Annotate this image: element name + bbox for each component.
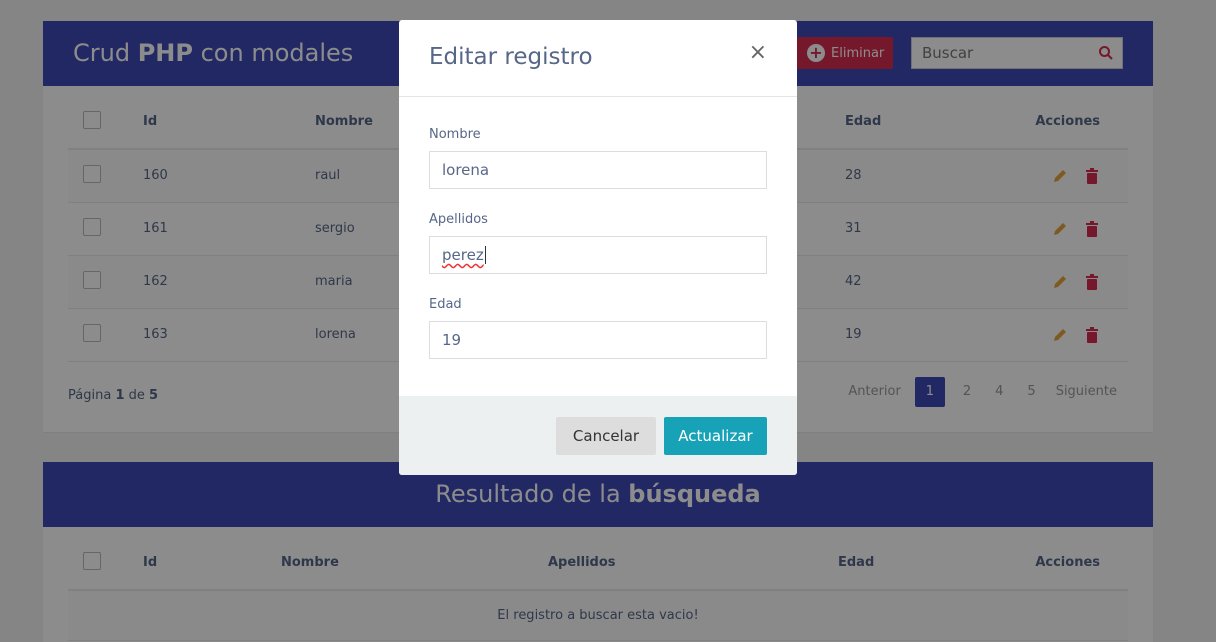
modal-body: Nombre lorena Apellidos perez Edad 19 xyxy=(399,97,797,359)
edit-record-modal: Editar registro × Nombre lorena Apellido… xyxy=(399,20,797,475)
cancel-button[interactable]: Cancelar xyxy=(556,417,656,455)
apellidos-label: Apellidos xyxy=(429,212,488,227)
modal-header: Editar registro × xyxy=(399,20,797,97)
nombre-label: Nombre xyxy=(429,127,481,142)
close-icon[interactable]: × xyxy=(749,42,767,64)
edad-field[interactable]: 19 xyxy=(429,321,767,359)
edad-value: 19 xyxy=(442,331,462,349)
modal-footer: Cancelar Actualizar xyxy=(399,396,797,475)
nombre-value: lorena xyxy=(442,161,490,179)
edad-label: Edad xyxy=(429,297,462,312)
apellidos-value: perez xyxy=(442,246,484,264)
update-button[interactable]: Actualizar xyxy=(664,417,767,455)
modal-title: Editar registro xyxy=(429,44,593,70)
apellidos-field[interactable]: perez xyxy=(429,236,767,274)
text-caret xyxy=(484,246,486,264)
nombre-field[interactable]: lorena xyxy=(429,151,767,189)
